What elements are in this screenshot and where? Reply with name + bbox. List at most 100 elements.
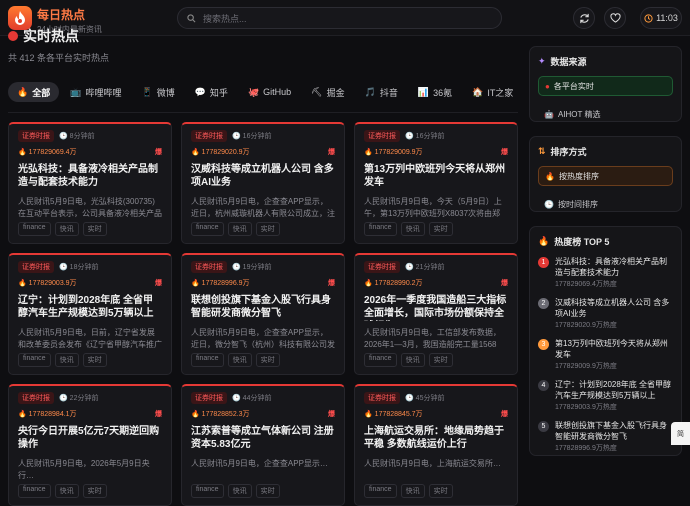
news-card[interactable]: 证券时报 🕒 16分钟前 🔥 177829020.9万 爆汉威科技等成立机器人公司 含… xyxy=(181,122,345,244)
card-heat: 🔥 177829020.9万 爆 xyxy=(191,147,335,157)
language-toggle-button[interactable]: 简 xyxy=(671,422,690,445)
source-option-aihot[interactable]: 🤖 AIHOT 精选 xyxy=(538,104,673,124)
top-rank-item[interactable]: 5 联想创投旗下基金入股飞行具身智能研发商微分智飞 177828996.9万热度 xyxy=(538,420,673,453)
news-card[interactable]: 证券时报 🕒 22分钟前 🔥 177828984.1万 爆央行今日开展5亿元7天期逆回… xyxy=(8,384,172,506)
rank-number: 2 xyxy=(538,298,549,309)
tag[interactable]: 实时 xyxy=(428,484,453,498)
search-input[interactable]: 搜索热点... xyxy=(177,7,502,29)
tag[interactable]: finance xyxy=(364,484,397,498)
tag[interactable]: 快讯 xyxy=(227,353,252,367)
platform-tabs: 🔥 全部 📺 哔哩哔哩 📱 微博 💬 知乎 🐙 GitHub ⛏ 掘金 🎵 抖音 📊 36氪 🏠 IT之家 xyxy=(8,82,524,102)
tag[interactable]: 实时 xyxy=(255,484,280,498)
heart-icon xyxy=(609,13,621,23)
news-card[interactable]: 证券时报 🕒 18分钟前 🔥 177829003.9万 爆辽宁：计划到2028年底 全… xyxy=(8,253,172,375)
card-tags: finance 快讯 实时 xyxy=(364,222,453,236)
card-title[interactable]: 汉威科技等成立机器人公司 含多项AI业务 xyxy=(191,163,335,190)
tag[interactable]: finance xyxy=(191,353,224,367)
card-heat: 🔥 177829069.4万 爆 xyxy=(18,147,162,157)
top-rank-item[interactable]: 2 汉威科技等成立机器人公司 含多项AI业务 177829020.9万热度 xyxy=(538,297,673,330)
sort-option-heat[interactable]: 🔥 按热度排序 xyxy=(538,166,673,186)
favorite-button[interactable] xyxy=(604,7,626,29)
tab-3[interactable]: 💬 知乎 xyxy=(186,82,237,102)
card-title[interactable]: 央行今日开展5亿元7天期逆回购操作 xyxy=(18,425,162,452)
tag[interactable]: finance xyxy=(191,222,224,236)
tab-1[interactable]: 📺 哔哩哔哩 xyxy=(61,82,130,102)
card-heat: 🔥 177828984.1万 爆 xyxy=(18,409,162,419)
tag[interactable]: 快讯 xyxy=(400,222,425,236)
tag[interactable]: 实时 xyxy=(255,222,280,236)
card-title[interactable]: 辽宁：计划到2028年底 全省甲醇汽车生产规模达到5万辆以上 xyxy=(18,294,162,321)
source-option-realtime[interactable]: ● 各平台实时 xyxy=(538,76,673,96)
news-card[interactable]: 证券时报 🕒 19分钟前 🔥 177828996.9万 爆联想创投旗下基金入股飞行具身… xyxy=(181,253,345,375)
tag[interactable]: 快讯 xyxy=(227,484,252,498)
clock-icon xyxy=(644,13,653,23)
tag[interactable]: 快讯 xyxy=(400,484,425,498)
tag[interactable]: 实时 xyxy=(82,353,107,367)
card-title[interactable]: 第13万列中欧班列今天将从郑州发车 xyxy=(364,163,508,190)
tab-icon: 📊 xyxy=(417,86,430,97)
tag[interactable]: 快讯 xyxy=(400,353,425,367)
live-dot-icon xyxy=(8,31,18,41)
sort-panel: ⇅ 排序方式 🔥 按热度排序 🕒 按时间排序 xyxy=(529,136,682,212)
news-card[interactable]: 证券时报 🕒 21分钟前 🔥 177828990.2万 爆 2026年一季度我国造船三大… xyxy=(354,253,518,375)
tab-icon: 💬 xyxy=(194,86,206,97)
source-badge: 证券时报 xyxy=(364,261,400,273)
top5-panel: 🔥 热度榜 TOP 5 1 光弘科技：具备液冷相关产品制造与配套技术能力 177829… xyxy=(529,226,682,456)
card-title[interactable]: 联想创投旗下基金入股飞行具身智能研发商微分智飞 xyxy=(191,294,335,321)
tag[interactable]: 实时 xyxy=(428,353,453,367)
card-title[interactable]: 江苏索普等成立气体新公司 注册资本5.83亿元 xyxy=(191,425,335,452)
card-heat: 🔥 177828845.7万 爆 xyxy=(364,409,508,419)
top5-list: 1 光弘科技：具备液冷相关产品制造与配套技术能力 177829069.4万热度 2 汉威… xyxy=(538,256,673,453)
tab-2[interactable]: 📱 微博 xyxy=(132,82,183,102)
card-title[interactable]: 光弘科技：具备液冷相关产品制造与配套技术能力 xyxy=(18,163,162,190)
tag[interactable]: finance xyxy=(18,353,51,367)
tag[interactable]: finance xyxy=(18,484,51,498)
card-desc: 人民财讯5月9日电，2026年5月9日央行… xyxy=(18,459,150,480)
tab-6[interactable]: 🎵 抖音 xyxy=(356,82,407,102)
news-card[interactable]: 证券时报 🕒 8分钟前 🔥 177829069.4万 爆光弘科技：具备液冷相关产品制造… xyxy=(8,122,172,244)
tab-8[interactable]: 🏠 IT之家 xyxy=(463,82,522,102)
tag[interactable]: finance xyxy=(191,484,224,498)
sort-option-time[interactable]: 🕒 按时间排序 xyxy=(538,194,673,214)
sort-icon: ⇅ xyxy=(538,146,546,156)
red-dot-icon: ● xyxy=(545,81,550,91)
tag[interactable]: finance xyxy=(364,353,397,367)
rank-title: 光弘科技：具备液冷相关产品制造与配套技术能力 xyxy=(555,257,667,277)
top-rank-item[interactable]: 4 辽宁：计划到2028年底 全省甲醇汽车生产规模达到5万辆以上 177829003… xyxy=(538,379,673,412)
tab-7[interactable]: 📊 36氪 xyxy=(409,82,461,102)
rank-heat: 177829069.4万热度 xyxy=(555,281,617,288)
tag[interactable]: finance xyxy=(18,222,51,236)
news-card[interactable]: 证券时报 🕒 45分钟前 🔥 177828845.7万 爆上海航运交易所：地缘局势趋于… xyxy=(354,384,518,506)
top-rank-item[interactable]: 3 第13万列中欧班列今天将从郑州发车 177829009.9万热度 xyxy=(538,338,673,371)
tab-0[interactable]: 🔥 全部 xyxy=(8,82,60,102)
card-title[interactable]: 2026年一季度我国造船三大指标全面增长，国际市场份额保持全球领先 xyxy=(364,294,508,321)
source-badge: 证券时报 xyxy=(18,392,54,404)
card-meta: 证券时报 🕒 8分钟前 xyxy=(18,130,162,142)
tab-5[interactable]: ⛏ 掘金 xyxy=(302,82,353,102)
tab-icon: 📱 xyxy=(141,86,153,97)
rank-number: 4 xyxy=(538,380,549,391)
card-meta: 证券时报 🕒 21分钟前 xyxy=(364,261,508,273)
rank-title: 联想创投旗下基金入股飞行具身智能研发商微分智飞 xyxy=(555,421,667,441)
tag[interactable]: 快讯 xyxy=(227,222,252,236)
tab-icon: 📺 xyxy=(70,86,82,97)
tag[interactable]: 实时 xyxy=(82,222,107,236)
refresh-button[interactable] xyxy=(573,7,595,29)
tab-label: 全部 xyxy=(32,87,51,98)
news-card[interactable]: 证券时报 🕒 44分钟前 🔥 177828852.3万 爆江苏索普等成立气体新公司 注… xyxy=(181,384,345,506)
tab-4[interactable]: 🐙 GitHub xyxy=(239,82,300,102)
clock-display: 11:03 xyxy=(640,7,682,29)
tag[interactable]: 快讯 xyxy=(54,222,79,236)
search-placeholder: 搜索热点... xyxy=(203,13,247,24)
tag[interactable]: 实时 xyxy=(428,222,453,236)
tag[interactable]: 实时 xyxy=(82,484,107,498)
hot-tag: 爆 xyxy=(501,411,508,418)
top-rank-item[interactable]: 1 光弘科技：具备液冷相关产品制造与配套技术能力 177829069.4万热度 xyxy=(538,256,673,289)
news-card[interactable]: 证券时报 🕒 16分钟前 🔥 177829009.9万 爆第13万列中欧班列今天将从郑… xyxy=(354,122,518,244)
tag[interactable]: 快讯 xyxy=(54,484,79,498)
tag[interactable]: finance xyxy=(364,222,397,236)
card-title[interactable]: 上海航运交易所：地缘局势趋于平稳 多数航线运价上行 xyxy=(364,425,508,452)
tag[interactable]: 实时 xyxy=(255,353,280,367)
heat-value: 🔥 177829003.9万 xyxy=(18,280,77,287)
tag[interactable]: 快讯 xyxy=(54,353,79,367)
